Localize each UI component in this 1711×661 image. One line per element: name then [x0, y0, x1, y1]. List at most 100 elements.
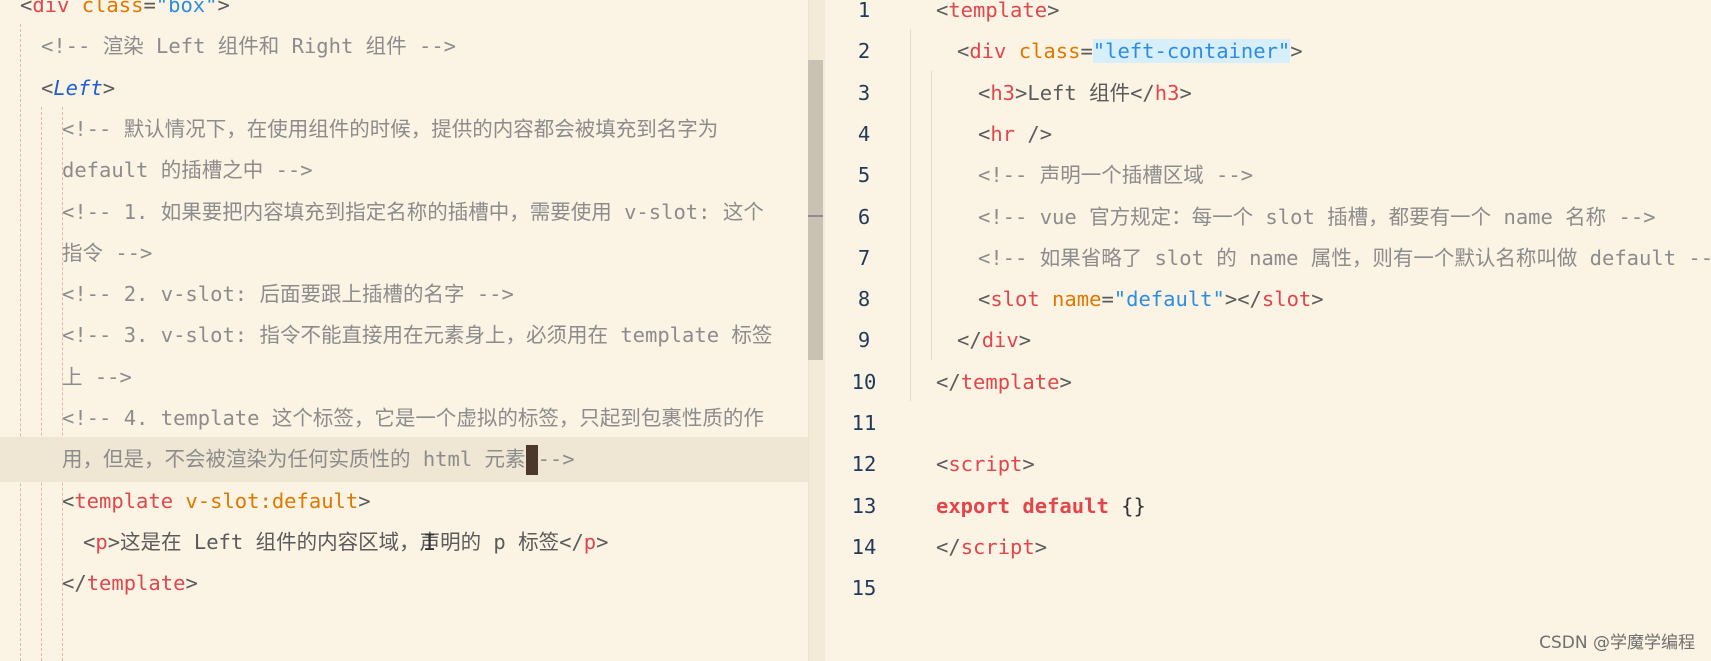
- code-line[interactable]: 用，但是，不会被渲染为任何实质性的 html 元素 -->: [0, 437, 808, 483]
- code-token: div: [969, 39, 1007, 64]
- code-token: <: [936, 452, 949, 477]
- code-line[interactable]: 11: [825, 401, 1711, 446]
- code-token: script: [960, 534, 1035, 559]
- code-text: <slot name="default"></slot>: [978, 277, 1324, 322]
- code-token: <!-- 3. v-slot: 指令不能直接用在元素身上，必须用在 templa…: [62, 323, 773, 348]
- code-line[interactable]: <!-- 默认情况下，在使用组件的时候，提供的内容都会被填充到名字为: [0, 107, 808, 152]
- code-token: p: [95, 529, 108, 554]
- code-token: "default": [1113, 287, 1225, 312]
- code-line[interactable]: 7 <!-- 如果省略了 slot 的 name 属性，则有一个默认名称叫做 de…: [825, 236, 1711, 281]
- code-line[interactable]: 2 <div class="left-container">: [825, 29, 1711, 74]
- code-token: >: [596, 529, 609, 554]
- code-token: >: [1022, 452, 1035, 477]
- code-token: p: [583, 529, 597, 554]
- code-line[interactable]: 10 </template>: [825, 360, 1711, 405]
- code-line[interactable]: <template v-slot:default>: [0, 479, 808, 524]
- code-line[interactable]: <!-- 渲染 Left 组件和 Right 组件 -->: [0, 24, 808, 69]
- code-line[interactable]: 4 <hr />: [825, 112, 1711, 157]
- code-token: {}: [1108, 493, 1146, 518]
- code-text: <div class="left-container">: [957, 29, 1303, 74]
- line-number: 3: [857, 80, 871, 105]
- code-token: >: [1179, 80, 1192, 105]
- code-text: <!-- 3. v-slot: 指令不能直接用在元素身上，必须用在 templa…: [62, 313, 772, 358]
- code-line[interactable]: default 的插槽之中 -->: [0, 148, 808, 193]
- code-line[interactable]: 1 <template>: [825, 0, 1711, 33]
- code-token: <: [62, 488, 75, 513]
- code-token: h3: [990, 80, 1016, 105]
- line-number: 2: [857, 39, 871, 64]
- code-token: =: [1101, 287, 1114, 312]
- line-number: 7: [857, 245, 871, 270]
- code-line[interactable]: <!-- 4. template 这个标签，它是一个虚拟的标签，只起到包裹性质的…: [0, 396, 808, 441]
- line-number: 1: [857, 0, 871, 22]
- code-token: <: [978, 80, 991, 105]
- left-scrollbar-thumb[interactable]: [808, 60, 823, 360]
- code-token: "left-container": [1092, 39, 1291, 64]
- code-text: <!-- 声明一个插槽区域 -->: [978, 153, 1253, 198]
- code-line[interactable]: 9 </div>: [825, 318, 1711, 363]
- code-token: hr: [990, 121, 1016, 146]
- line-number: 6: [857, 204, 871, 229]
- code-text: <!-- 1. 如果要把内容填充到指定名称的插槽中，需要使用 v-slot: 这…: [62, 190, 764, 235]
- code-token: <: [978, 121, 991, 146]
- code-token: >: [1018, 328, 1032, 353]
- left-editor-pane[interactable]: <div class="box"> <!-- 渲染 Left 组件和 Right …: [0, 0, 808, 661]
- code-token: <!-- 1. 如果要把内容填充到指定名称的插槽中，需要使用 v-slot: 这…: [62, 199, 764, 224]
- code-line[interactable]: <!-- 1. 如果要把内容填充到指定名称的插槽中，需要使用 v-slot: 这…: [0, 190, 808, 235]
- code-token: script: [948, 452, 1023, 477]
- code-token: class: [69, 0, 144, 17]
- code-line[interactable]: 上 -->: [0, 355, 808, 400]
- code-token: <!-- 如果省略了 slot 的 name 属性，则有一个默认名称叫做 def…: [978, 245, 1711, 270]
- line-number: 4: [857, 121, 871, 146]
- code-token: 上 -->: [62, 364, 132, 389]
- code-text: <hr />: [978, 112, 1052, 157]
- code-line[interactable]: 3 <h3>Left 组件</h3>: [825, 71, 1711, 116]
- code-text: default 的插槽之中 -->: [62, 148, 313, 193]
- code-token: slot: [1261, 287, 1312, 312]
- code-token: template: [960, 369, 1060, 394]
- code-token: <!-- 渲染 Left 组件和 Right 组件 -->: [41, 34, 457, 59]
- code-token: ></: [1224, 287, 1262, 312]
- code-line[interactable]: <Left>: [0, 66, 808, 111]
- line-number: 15: [851, 576, 877, 601]
- code-line[interactable]: 指令 -->: [0, 231, 808, 276]
- code-text: <h3>Left 组件</h3>: [978, 71, 1192, 116]
- right-editor-pane[interactable]: 1 <template> 2 <div class="left-container">…: [825, 0, 1711, 661]
- code-line[interactable]: 14 </script>: [825, 525, 1711, 570]
- code-line[interactable]: <!-- 2. v-slot: 后面要跟上插槽的名字 -->: [0, 272, 808, 317]
- code-token: />: [1015, 121, 1053, 146]
- code-line[interactable]: 6 <!-- vue 官方规定：每一个 slot 插槽，都要有一个 name 名称…: [825, 195, 1711, 240]
- code-line[interactable]: 12 <script>: [825, 442, 1711, 487]
- code-token: slot: [990, 287, 1040, 312]
- code-token: </: [936, 369, 961, 394]
- code-line[interactable]: 15: [825, 566, 1711, 611]
- code-line[interactable]: 13 export default {}: [825, 484, 1711, 529]
- code-token: "box": [155, 0, 218, 17]
- code-line[interactable]: <p>这是在 Left 组件的内容区域，声明的 p 标签</p>: [0, 520, 808, 565]
- code-token: class: [1006, 39, 1081, 64]
- code-token: >: [102, 75, 116, 100]
- code-token: >: [1047, 0, 1060, 22]
- code-token: v-slot:default: [173, 488, 359, 513]
- code-line[interactable]: 8 <slot name="default"></slot>: [825, 277, 1711, 322]
- code-token: div: [981, 328, 1019, 353]
- code-token: default 的插槽之中 -->: [62, 158, 313, 183]
- code-token: >: [217, 0, 230, 17]
- code-text: <template v-slot:default>: [62, 479, 371, 524]
- code-line[interactable]: </template>: [0, 561, 808, 606]
- code-text: </div>: [957, 318, 1031, 363]
- code-text: export default {}: [936, 484, 1146, 529]
- code-text: <!-- 渲染 Left 组件和 Right 组件 -->: [41, 24, 456, 69]
- code-token: >: [1059, 369, 1072, 394]
- code-line[interactable]: 5 <!-- 声明一个插槽区域 -->: [825, 153, 1711, 198]
- code-token: </: [957, 328, 982, 353]
- text-cursor-block: [525, 445, 538, 476]
- code-token: template: [948, 0, 1048, 22]
- text-cursor-icon: I: [423, 531, 437, 556]
- code-token: <!-- 默认情况下，在使用组件的时候，提供的内容都会被填充到名字为: [62, 116, 719, 141]
- code-token: <: [957, 39, 970, 64]
- code-line[interactable]: <!-- 3. v-slot: 指令不能直接用在元素身上，必须用在 templa…: [0, 313, 808, 358]
- code-token: =: [143, 0, 156, 17]
- code-text: <!-- 如果省略了 slot 的 name 属性，则有一个默认名称叫做 def…: [978, 236, 1711, 281]
- code-token: <: [83, 529, 96, 554]
